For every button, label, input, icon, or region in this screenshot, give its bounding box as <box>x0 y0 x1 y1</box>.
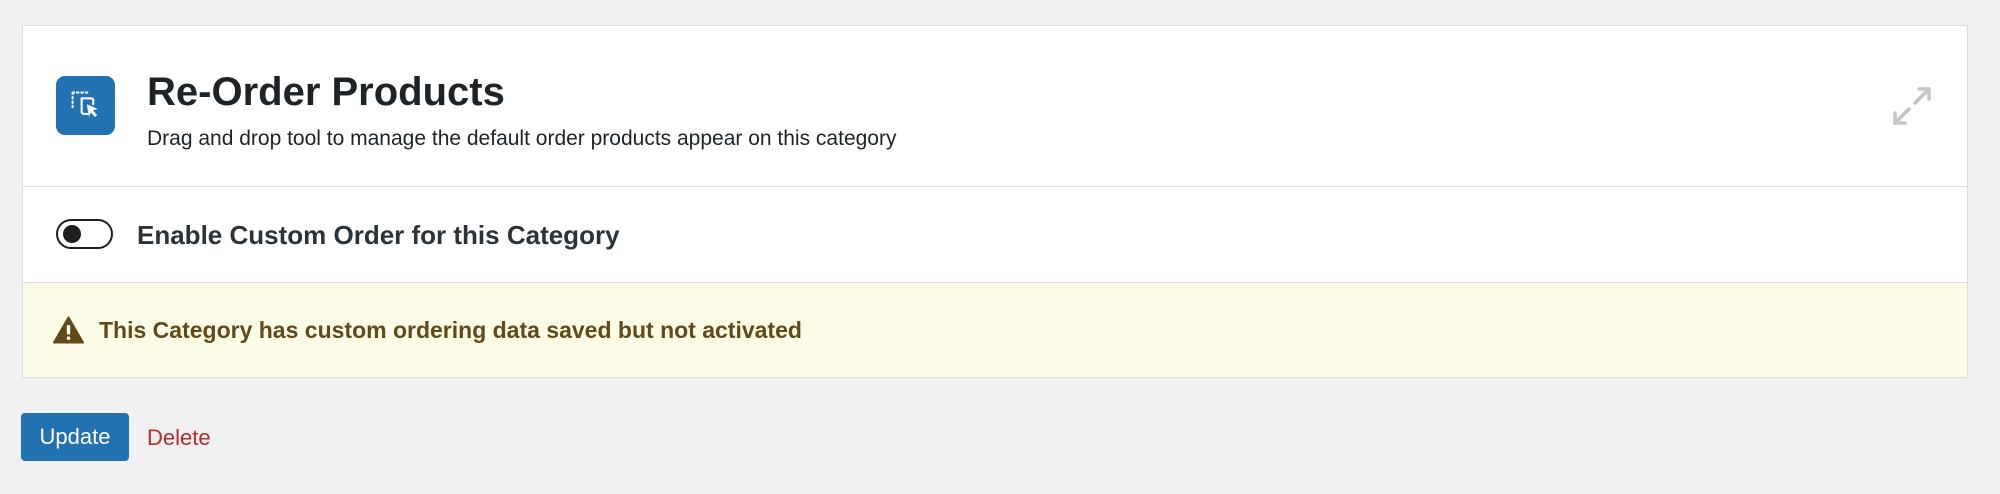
warning-icon <box>53 316 84 344</box>
page-title: Re-Order Products <box>147 70 505 114</box>
panel-header: Re-Order Products Drag and drop tool to … <box>23 26 1967 187</box>
expand-arrows-icon[interactable] <box>1888 82 1936 130</box>
custom-order-toggle-row: Enable Custom Order for this Category <box>23 187 1967 283</box>
update-button[interactable]: Update <box>21 413 129 461</box>
reorder-select-icon <box>56 76 115 135</box>
warning-notice: This Category has custom ordering data s… <box>23 283 1967 377</box>
custom-order-toggle[interactable] <box>56 219 113 249</box>
custom-order-toggle-label[interactable]: Enable Custom Order for this Category <box>137 218 620 252</box>
toggle-knob <box>63 225 81 243</box>
reorder-products-panel: Re-Order Products Drag and drop tool to … <box>22 25 1968 378</box>
warning-notice-text: This Category has custom ordering data s… <box>99 317 802 343</box>
page-subtitle: Drag and drop tool to manage the default… <box>147 127 897 150</box>
delete-link[interactable]: Delete <box>147 423 211 453</box>
